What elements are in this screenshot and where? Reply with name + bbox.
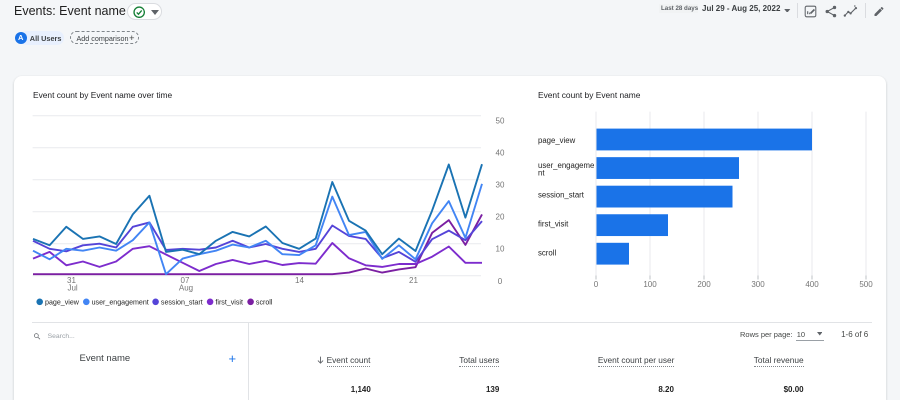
svg-text:Aug: Aug xyxy=(179,283,193,292)
svg-text:300: 300 xyxy=(751,280,765,289)
svg-text:session_start: session_start xyxy=(538,191,585,200)
svg-text:14: 14 xyxy=(295,276,304,285)
svg-text:page_view: page_view xyxy=(538,136,576,145)
svg-text:session_start: session_start xyxy=(161,298,203,306)
svg-text:50: 50 xyxy=(496,116,505,125)
svg-text:user_engageme: user_engageme xyxy=(538,161,594,170)
svg-text:30: 30 xyxy=(496,181,505,190)
svg-text:0: 0 xyxy=(594,280,599,289)
svg-text:scroll: scroll xyxy=(538,249,556,258)
svg-text:10: 10 xyxy=(496,245,505,254)
svg-text:500: 500 xyxy=(859,280,873,289)
svg-text:user_engagement: user_engagement xyxy=(92,298,149,306)
svg-text:100: 100 xyxy=(643,280,657,289)
svg-text:page_view: page_view xyxy=(45,298,80,306)
svg-text:200: 200 xyxy=(697,280,711,289)
svg-text:first_visit: first_visit xyxy=(215,298,243,306)
svg-text:Jul: Jul xyxy=(67,283,77,292)
svg-text:nt: nt xyxy=(538,168,545,177)
svg-text:0: 0 xyxy=(498,277,503,286)
svg-text:21: 21 xyxy=(409,276,418,285)
svg-text:40: 40 xyxy=(496,148,505,157)
svg-text:first_visit: first_visit xyxy=(538,220,569,229)
svg-text:400: 400 xyxy=(805,280,819,289)
svg-text:20: 20 xyxy=(496,213,505,222)
svg-text:scroll: scroll xyxy=(256,298,273,306)
